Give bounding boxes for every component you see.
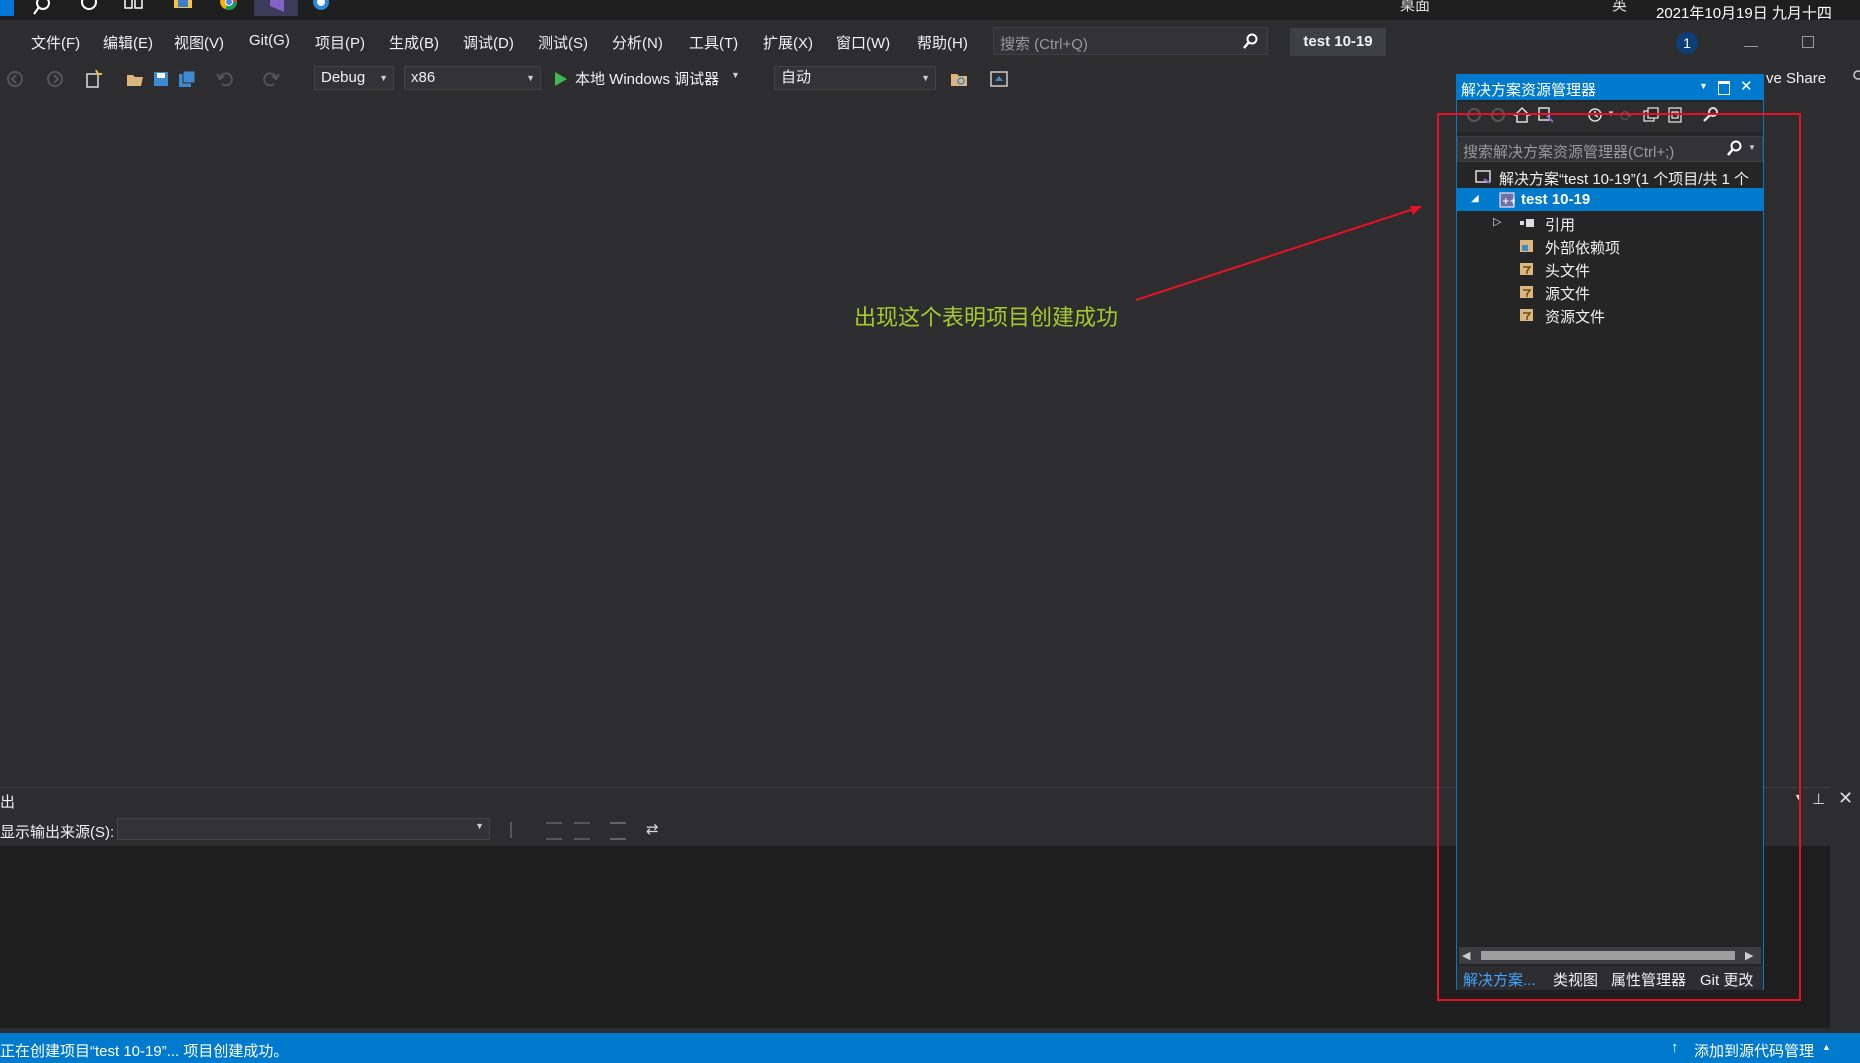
word-wrap-icon[interactable]: ⇄	[646, 820, 659, 838]
find-message-icon[interactable]	[510, 822, 528, 838]
tray-datetime[interactable]: 2021年10月19日 九月十四	[1656, 2, 1832, 20]
annotation-arrow	[1135, 206, 1422, 301]
menu-git[interactable]: Git(G)	[249, 32, 290, 49]
search-placeholder: 搜索 (Ctrl+Q)	[1000, 36, 1088, 53]
mode-value: 自动	[781, 69, 812, 86]
redo-icon[interactable]	[262, 70, 280, 88]
mode-dropdown[interactable]: 自动 ▼	[774, 66, 936, 90]
menu-edit[interactable]: 编辑(E)	[103, 32, 153, 53]
chevron-down-icon: ▼	[379, 73, 388, 83]
chevron-down-icon: ▼	[526, 73, 535, 83]
tray-desktop[interactable]: 桌面	[1400, 0, 1430, 15]
notification-badge[interactable]: 1	[1676, 32, 1698, 54]
solution-explorer-title: 解决方案资源管理器	[1461, 82, 1597, 99]
menu-extensions[interactable]: 扩展(X)	[763, 32, 813, 53]
restore-icon[interactable]	[1802, 36, 1814, 48]
source-control-button[interactable]: 添加到源代码管理	[1694, 1040, 1814, 1061]
output-title: 出	[0, 794, 16, 811]
clear-all-icon[interactable]	[610, 822, 626, 840]
chevron-down-icon: ▼	[475, 821, 484, 831]
search-icon[interactable]	[32, 0, 54, 16]
open-folder-icon[interactable]	[126, 70, 144, 88]
project-name-badge: test 10-19	[1290, 28, 1386, 56]
menu-project[interactable]: 项目(P)	[315, 32, 365, 53]
save-all-icon[interactable]	[178, 70, 196, 88]
chevron-down-icon: ▼	[921, 73, 930, 83]
pin-icon[interactable]: ⊥	[1812, 790, 1825, 808]
menu-view[interactable]: 视图(V)	[174, 32, 224, 53]
start-icon[interactable]	[0, 0, 14, 16]
close-icon[interactable]: ✕	[1740, 77, 1753, 95]
chevron-down-icon[interactable]: ▼	[731, 70, 740, 80]
forward-icon[interactable]	[46, 70, 64, 88]
output-source-dropdown[interactable]: ▼	[117, 818, 490, 840]
chrome-icon[interactable]	[218, 0, 240, 16]
browse-folder-icon[interactable]	[950, 70, 968, 88]
output-source-label: 显示输出来源(S):	[0, 824, 115, 841]
maximize-icon[interactable]	[1718, 81, 1730, 95]
platform-dropdown[interactable]: x86 ▼	[404, 66, 541, 90]
menu-file[interactable]: 文件(F)	[31, 32, 80, 53]
annotation-text: 出现这个表明项目创建成功	[854, 306, 1119, 331]
menu-analyze[interactable]: 分析(N)	[612, 32, 663, 53]
solution-explorer-titlebar: 解决方案资源管理器 ▼ ✕	[1457, 75, 1763, 100]
configuration-value: Debug	[321, 69, 366, 86]
widgets-icon[interactable]	[122, 0, 144, 16]
tray-language[interactable]: 英	[1612, 0, 1627, 15]
visual-studio-icon[interactable]	[254, 0, 298, 16]
chevron-up-icon[interactable]: ▲	[1822, 1042, 1831, 1052]
next-message-icon[interactable]	[574, 822, 590, 840]
screenshot-icon[interactable]	[990, 70, 1008, 88]
system-tray: 桌面 英 2021年10月19日 九月十四	[1400, 0, 1860, 20]
taskbar: 桌面 英 2021年10月19日 九月十四	[0, 0, 1860, 20]
file-explorer-icon[interactable]	[172, 0, 194, 16]
menu-build[interactable]: 生成(B)	[389, 32, 439, 53]
new-item-icon[interactable]	[84, 69, 102, 88]
chevron-down-icon[interactable]: ▼	[1699, 81, 1708, 91]
menu-test[interactable]: 测试(S)	[538, 32, 588, 53]
arrow-up-icon: ↑	[1671, 1039, 1679, 1056]
menu-help[interactable]: 帮助(H)	[917, 32, 968, 53]
configuration-dropdown[interactable]: Debug ▼	[314, 66, 394, 90]
back-icon[interactable]	[6, 70, 24, 88]
app-icon[interactable]	[310, 0, 332, 16]
platform-value: x86	[411, 69, 436, 86]
minimize-icon[interactable]	[1744, 32, 1758, 47]
run-debugger-button[interactable]: 本地 Windows 调试器	[575, 68, 719, 89]
prev-message-icon[interactable]	[546, 822, 562, 840]
search-input[interactable]: 搜索 (Ctrl+Q)	[993, 27, 1268, 55]
run-icon[interactable]	[552, 70, 570, 88]
save-icon[interactable]	[152, 70, 170, 88]
close-icon[interactable]: ✕	[1838, 788, 1853, 809]
status-message: 正在创建项目“test 10-19”... 项目创建成功。	[0, 1043, 289, 1060]
search-icon	[1243, 33, 1259, 53]
menu-window[interactable]: 窗口(W)	[836, 32, 890, 53]
annotation-highlight-box	[1437, 113, 1801, 1001]
menu-bar: 文件(F) 编辑(E) 视图(V) Git(G) 项目(P) 生成(B) 调试(…	[0, 20, 1860, 62]
menu-tools[interactable]: 工具(T)	[689, 32, 738, 53]
status-bar: 正在创建项目“test 10-19”... 项目创建成功。 ↑ 添加到源代码管理…	[0, 1033, 1860, 1063]
menu-debug[interactable]: 调试(D)	[463, 32, 514, 53]
task-view-icon[interactable]	[78, 0, 100, 16]
undo-icon[interactable]	[216, 70, 234, 88]
